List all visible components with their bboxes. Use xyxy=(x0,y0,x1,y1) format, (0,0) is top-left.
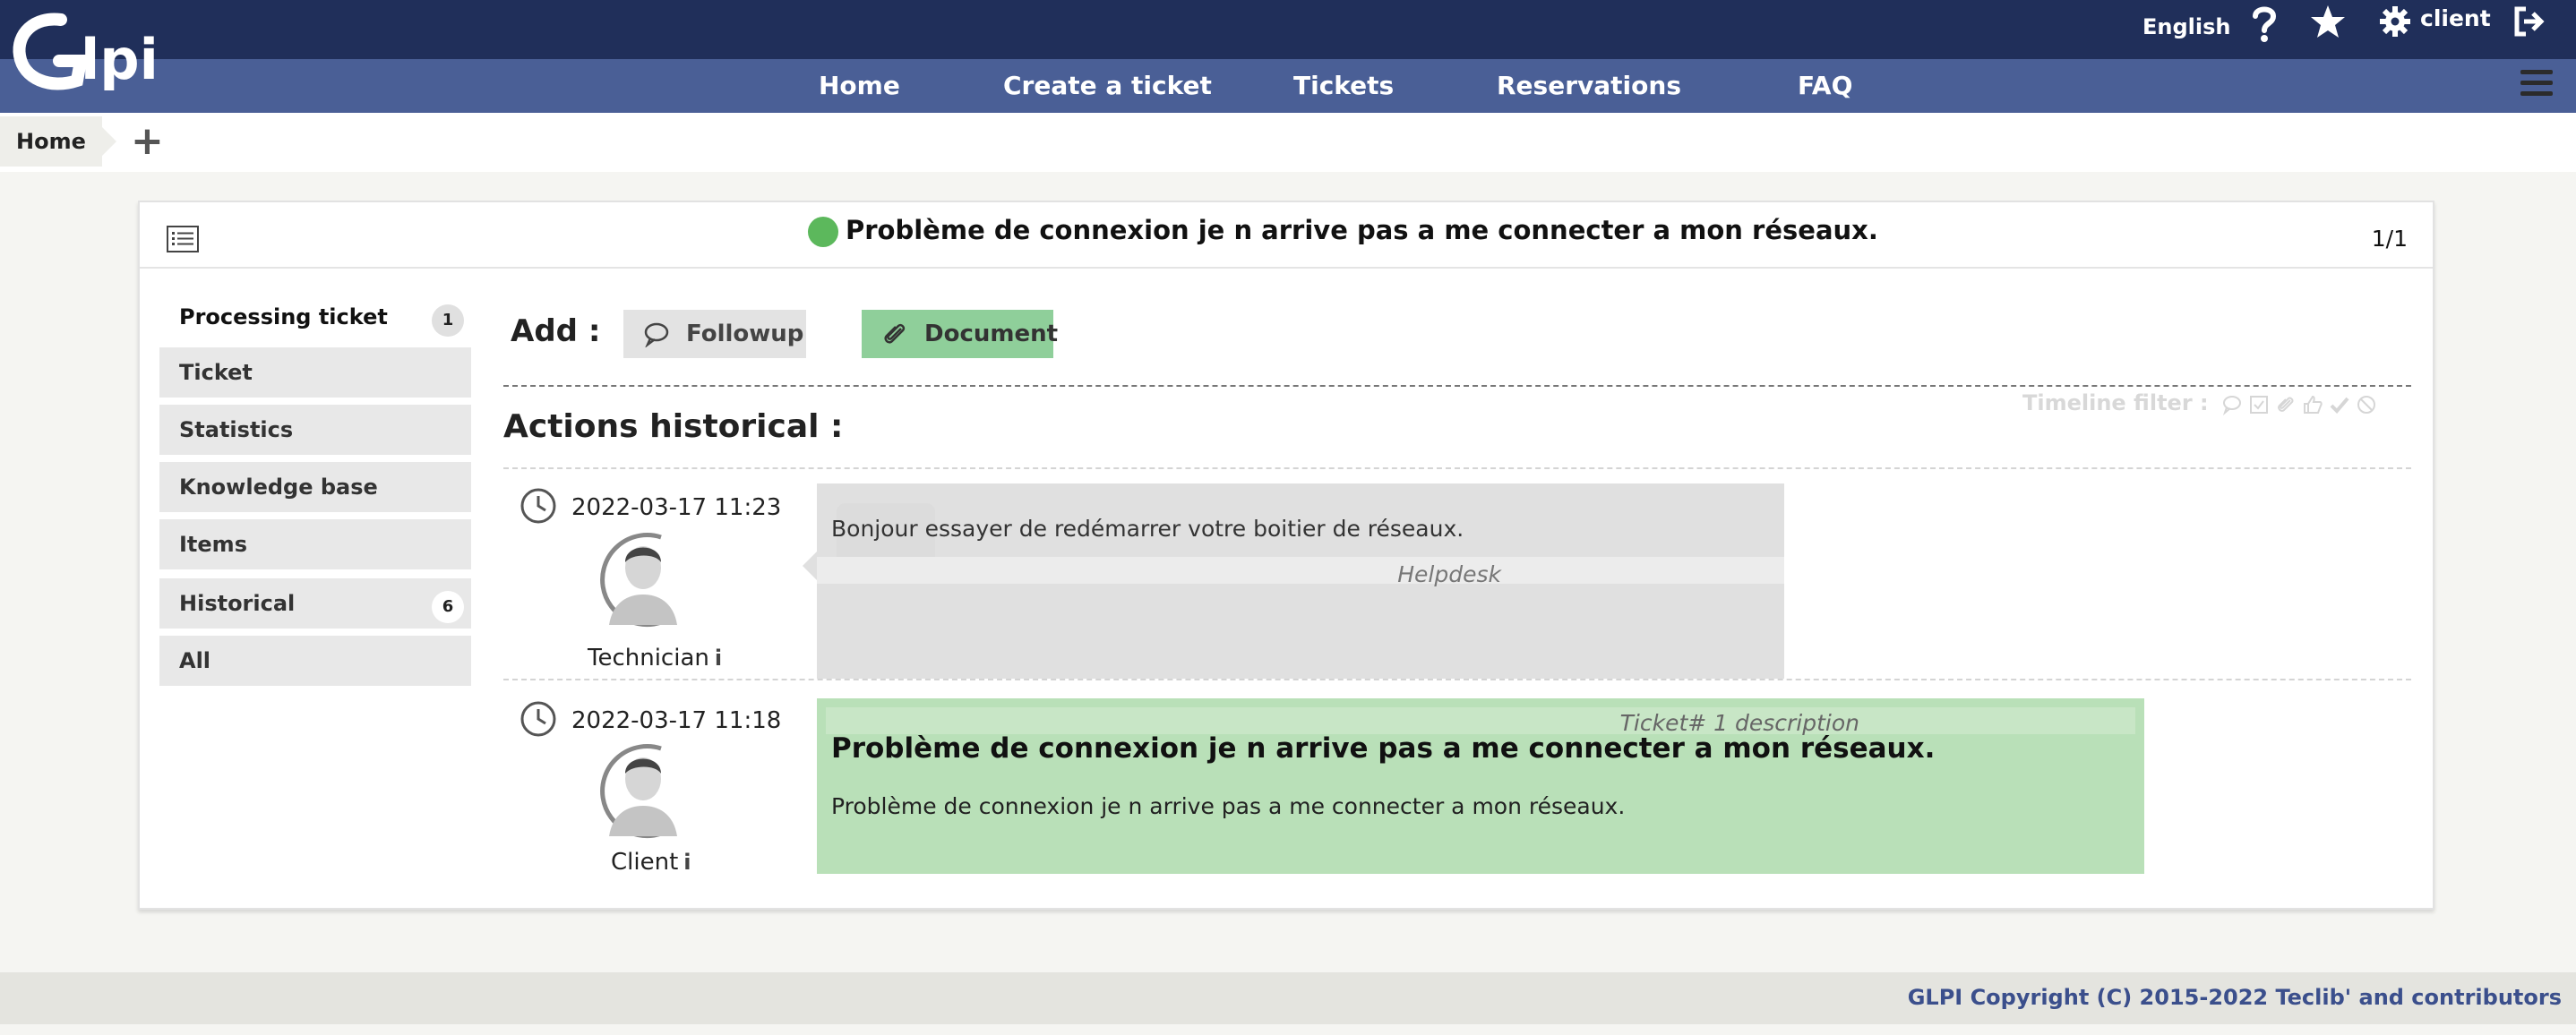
sidebar-item-statistics[interactable]: Statistics xyxy=(159,405,471,455)
sidebar-item-label: Knowledge base xyxy=(179,475,378,500)
breadcrumb xyxy=(0,113,2576,172)
sidebar-item-label: Processing ticket xyxy=(179,304,388,329)
filter-reset-icon[interactable] xyxy=(2356,394,2377,415)
divider xyxy=(503,679,2411,680)
filter-followup-icon[interactable] xyxy=(2221,394,2243,415)
add-label: Add : xyxy=(511,313,601,349)
copyright-link[interactable]: GLPI Copyright (C) 2015-2022 Teclib' and… xyxy=(1908,985,2562,1010)
filter-validation-icon[interactable] xyxy=(2302,394,2323,415)
timeline-filter-label: Timeline filter : xyxy=(2022,390,2209,415)
clock-icon xyxy=(520,701,556,737)
nav-reservations[interactable]: Reservations xyxy=(1497,59,1681,113)
sidebar-item-label: Historical xyxy=(179,591,296,616)
nav-faq[interactable]: FAQ xyxy=(1798,59,1852,113)
add-followup-button[interactable]: Followup xyxy=(623,310,806,358)
pager: 1/1 xyxy=(2371,226,2408,252)
paperclip-icon xyxy=(884,323,906,344)
sidebar-item-processing-ticket[interactable]: Processing ticket 1 xyxy=(159,292,471,342)
comment-icon xyxy=(644,322,669,347)
breadcrumb-arrow xyxy=(91,116,116,167)
timeline-role: Technician i xyxy=(588,645,724,671)
divider xyxy=(503,385,2411,387)
nav-create-ticket[interactable]: Create a ticket xyxy=(1003,59,1212,113)
ticket-title: Problème de connexion je n arrive pas a … xyxy=(846,215,1878,245)
bubble-pointer xyxy=(803,552,817,580)
filter-task-icon[interactable] xyxy=(2248,394,2270,415)
bubble-band xyxy=(826,707,2135,734)
info-icon[interactable]: i xyxy=(715,646,724,671)
filter-solution-icon[interactable] xyxy=(2329,394,2350,415)
sidebar-item-label: Items xyxy=(179,532,247,557)
help-icon[interactable] xyxy=(2248,4,2280,43)
count-badge: 1 xyxy=(432,304,464,337)
logout-icon[interactable] xyxy=(2513,5,2546,38)
language-selector[interactable]: English xyxy=(2142,14,2230,39)
followup-content: Bonjour essayer de redémarrer votre boit… xyxy=(831,516,1464,542)
status-indicator xyxy=(808,217,838,247)
timeline-date: 2022-03-17 11:18 xyxy=(571,707,782,734)
sidebar-item-ticket[interactable]: Ticket xyxy=(159,347,471,398)
nav-home[interactable]: Home xyxy=(819,59,900,113)
breadcrumb-home[interactable]: Home xyxy=(0,116,102,167)
sidebar-item-all[interactable]: All xyxy=(159,636,471,686)
ticket-panel: Problème de connexion je n arrive pas a … xyxy=(138,201,2434,910)
sidebar-item-label: Ticket xyxy=(179,360,253,385)
list-icon[interactable] xyxy=(167,226,199,252)
nav-tickets[interactable]: Tickets xyxy=(1293,59,1394,113)
description-title: Problème de connexion je n arrive pas a … xyxy=(831,732,1936,765)
document-label: Document xyxy=(924,321,1059,347)
bubble-band xyxy=(817,557,1784,584)
add-tab-button[interactable]: + xyxy=(131,122,164,161)
svg-text:lpi: lpi xyxy=(81,27,159,92)
avatar xyxy=(600,533,677,628)
info-icon[interactable]: i xyxy=(683,850,692,875)
followup-signature: Helpdesk xyxy=(1397,561,1501,587)
description-content: Problème de connexion je n arrive pas a … xyxy=(831,793,1626,819)
sidebar-item-items[interactable]: Items xyxy=(159,519,471,569)
count-badge: 6 xyxy=(432,591,464,623)
hamburger-menu-icon[interactable] xyxy=(2520,70,2553,98)
avatar xyxy=(600,744,677,839)
history-title: Actions historical : xyxy=(503,408,844,445)
role-label: Client xyxy=(611,849,679,876)
followup-label: Followup xyxy=(686,321,804,347)
star-icon[interactable] xyxy=(2309,4,2347,41)
sidebar-item-label: All xyxy=(179,648,211,673)
role-label: Technician xyxy=(588,645,709,671)
timeline-date: 2022-03-17 11:23 xyxy=(571,494,782,521)
main-nav xyxy=(0,59,2576,113)
ticket-header: Problème de connexion je n arrive pas a … xyxy=(140,202,2433,269)
add-document-button[interactable]: Document xyxy=(862,310,1058,358)
clock-icon xyxy=(520,488,556,524)
sidebar-item-historical[interactable]: Historical 6 xyxy=(159,578,471,629)
timeline-role: Client i xyxy=(611,849,692,876)
sidebar-item-label: Statistics xyxy=(179,417,294,442)
gear-icon[interactable] xyxy=(2379,5,2411,38)
sidebar-item-knowledge-base[interactable]: Knowledge base xyxy=(159,462,471,512)
filter-document-icon[interactable] xyxy=(2275,394,2297,415)
user-menu[interactable]: client xyxy=(2420,5,2491,31)
divider xyxy=(503,467,2411,469)
glpi-logo[interactable]: lpi xyxy=(7,7,168,97)
